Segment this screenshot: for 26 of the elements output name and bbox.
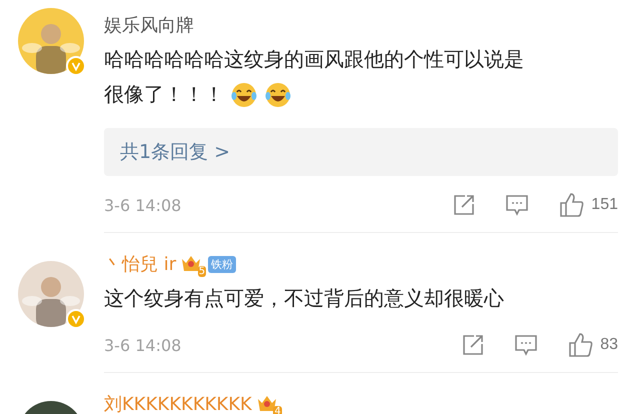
comment-icon <box>505 194 530 216</box>
laughing-emoji-icon <box>230 80 258 108</box>
user-name[interactable]: 丶怡兒 ir <box>104 252 176 276</box>
comment-text: 哈哈哈哈哈哈这纹身的画风跟他的个性可以说是 <box>104 46 524 73</box>
share-button[interactable] <box>462 334 484 356</box>
share-icon <box>462 334 484 356</box>
comment-button[interactable] <box>514 334 538 356</box>
thumbs-up-icon <box>559 192 586 218</box>
thumbs-up-icon <box>568 332 594 358</box>
like-button[interactable]: 151 <box>559 192 618 218</box>
user-name[interactable]: 娱乐风向牌 <box>104 13 194 37</box>
comment-text: 很像了！！！ <box>104 81 224 108</box>
share-icon <box>453 194 476 216</box>
fan-badge: 铁粉 <box>208 256 236 272</box>
share-button[interactable] <box>453 194 476 216</box>
comment-text: 这个纹身有点可爱，不过背后的意义却很暖心 <box>104 285 504 312</box>
comment-date: 3-6 14:08 <box>104 336 182 354</box>
level-number: 4 <box>273 406 282 414</box>
comment-date: 3-6 14:08 <box>104 196 182 214</box>
user-name[interactable]: 刘KKKKKKKKKKK <box>104 392 252 414</box>
level-number: 5 <box>198 266 206 277</box>
comment-button[interactable] <box>505 194 530 216</box>
comment-icon <box>514 334 538 356</box>
replies-link[interactable]: 共1条回复 > <box>104 128 618 176</box>
like-button[interactable]: 83 <box>568 332 618 358</box>
laughing-emoji-icon <box>264 80 292 108</box>
